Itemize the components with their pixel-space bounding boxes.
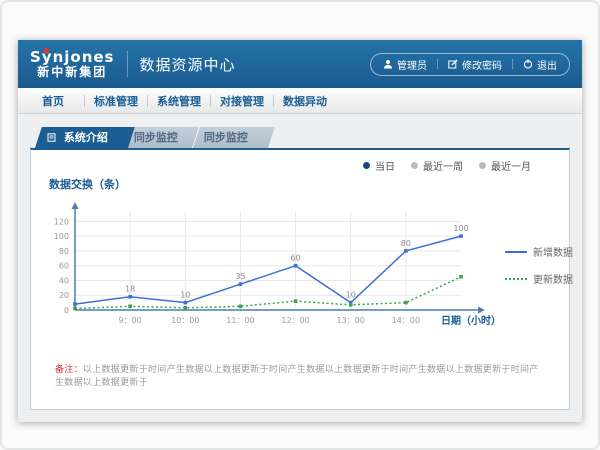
svg-text:40: 40 [59,276,69,285]
nav-item-standard-mgmt[interactable]: 标准管理 [85,93,147,109]
legend-item-new-data[interactable]: 新增数据 [505,244,573,259]
user-menu-separator [512,59,513,69]
legend-item-update-data[interactable]: 更新数据 [505,271,573,286]
legend-label: 更新数据 [533,271,573,286]
user-icon [383,59,393,69]
legend-label: 新增数据 [533,244,573,259]
app-header: Synjones 新中新集团 数据资源中心 管理员 修改密码 [18,40,582,88]
svg-text:35: 35 [235,272,245,281]
svg-text:20: 20 [59,291,69,300]
logo: Synjones 新中新集团 [30,50,115,78]
svg-text:10: 10 [346,291,356,300]
tab-system-intro[interactable]: 系统介绍 [35,127,128,148]
svg-text:100: 100 [453,224,468,233]
time-range-filter: 当日 最近一周 最近一月 [41,158,531,172]
svg-text:80: 80 [401,239,411,248]
svg-text:100: 100 [54,232,69,241]
chart-row: 0 20 40 60 80 100 120 9：00 10：00 11：00 12：00 13：00 1… [41,192,559,348]
radio-dot-icon [411,162,418,169]
page-title: 数据资源中心 [140,54,236,75]
app-window: Synjones 新中新集团 数据资源中心 管理员 修改密码 [18,40,582,422]
user-menu-separator [437,59,438,69]
logo-company: 新中新集团 [30,66,115,79]
footnote: 备注：以上数据更新于时间产生数据以上数据更新于时间产生数据以上数据更新于时间产生… [41,362,559,388]
svg-text:日期（小时）: 日期（小时） [441,314,501,327]
nav-item-data-change[interactable]: 数据异动 [274,93,336,109]
chart-legend: 新增数据 更新数据 [505,244,573,286]
document-icon [47,128,56,149]
chart-card: 当日 最近一周 最近一月 数据交换（条） 0 20 40 60 80 100 120 9：00… [30,148,570,410]
logo-brand: Synjones [30,50,115,66]
svg-text:60: 60 [290,254,300,263]
radio-last-month[interactable]: 最近一月 [479,158,531,173]
svg-text:10：00: 10：00 [171,316,199,325]
content-area: 系统介绍 同步监控 同步监控 当日 最近一周 [18,114,582,422]
svg-text:10: 10 [180,291,190,300]
nav-item-integration-mgmt[interactable]: 对接管理 [211,93,273,109]
radio-label: 最近一月 [491,158,531,173]
nav-item-system-mgmt[interactable]: 系统管理 [148,93,210,109]
tab-bar: 系统介绍 同步监控 同步监控 [35,127,570,148]
radio-last-week[interactable]: 最近一周 [411,158,463,173]
user-label: 管理员 [397,57,427,72]
footnote-text: 以上数据更新于时间产生数据以上数据更新于时间产生数据以上数据更新于时间产生数据以… [55,365,539,388]
y-axis-title: 数据交换（条） [49,176,559,192]
footnote-prefix: 备注： [55,365,83,375]
svg-text:9：00: 9：00 [119,316,142,325]
svg-text:11：00: 11：00 [226,316,254,325]
radio-dot-icon [479,162,486,169]
tab-label: 同步监控 [204,131,248,144]
svg-text:14：00: 14：00 [392,316,420,325]
tab-label: 同步监控 [134,131,178,144]
logout-label: 退出 [537,57,557,72]
radio-label: 当日 [375,158,395,173]
svg-text:18: 18 [125,285,135,294]
user-button[interactable]: 管理员 [383,57,427,72]
logout-button[interactable]: 退出 [523,57,557,72]
edit-icon [448,59,458,69]
svg-text:13：00: 13：00 [337,316,365,325]
main-nav: 首页 标准管理 系统管理 对接管理 数据异动 [18,88,582,114]
user-menu: 管理员 修改密码 退出 [370,53,570,76]
svg-text:60: 60 [59,262,69,271]
change-password-label: 修改密码 [462,57,502,72]
svg-text:80: 80 [59,247,69,256]
solid-line-swatch-icon [505,251,527,253]
svg-text:12：00: 12：00 [281,316,309,325]
tab-sync-monitor-2[interactable]: 同步监控 [192,127,268,148]
radio-today[interactable]: 当日 [363,158,395,173]
logout-icon [523,59,533,69]
svg-text:0: 0 [64,306,69,315]
radio-label: 最近一周 [423,158,463,173]
change-password-button[interactable]: 修改密码 [448,57,502,72]
header-divider [127,51,128,77]
line-chart: 0 20 40 60 80 100 120 9：00 10：00 11：00 12：00 13：00 1… [41,192,503,348]
nav-item-home[interactable]: 首页 [22,93,84,109]
dotted-line-swatch-icon [505,278,527,280]
tab-label: 系统介绍 [64,131,108,144]
svg-text:120: 120 [54,217,69,226]
radio-dot-icon [363,162,370,169]
